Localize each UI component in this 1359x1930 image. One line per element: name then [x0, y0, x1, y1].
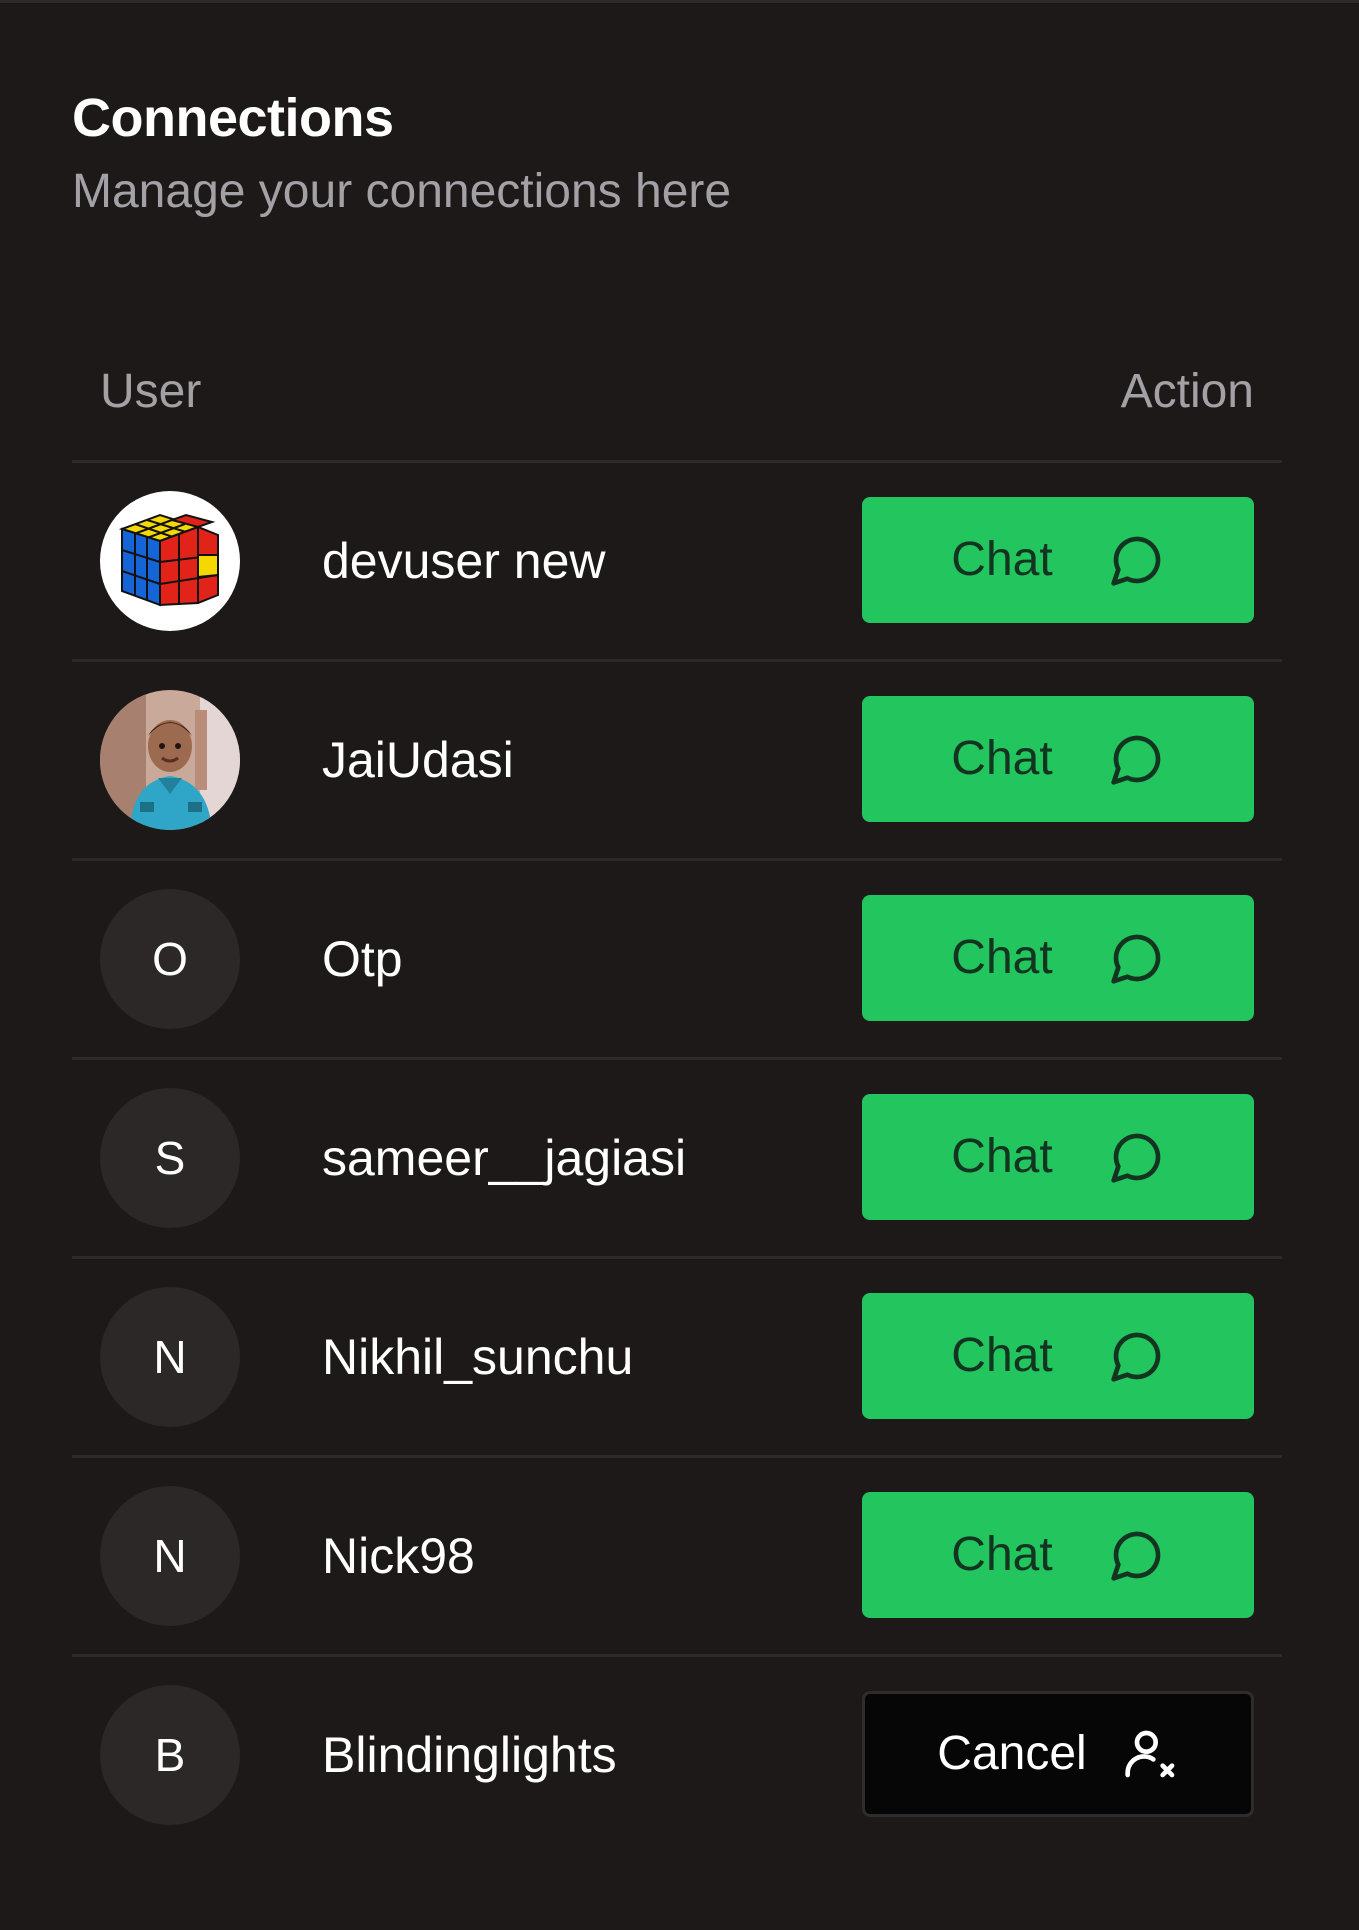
table-row: S sameer__jagiasi Chat	[72, 1060, 1282, 1259]
cancel-button-label: Cancel	[937, 1727, 1087, 1780]
username: Nick98	[322, 1528, 475, 1584]
child-photo-image	[100, 690, 240, 830]
chat-button-label: Chat	[951, 1329, 1053, 1382]
connections-table: User Action devuser new Chat JaiUdasi Ch…	[72, 350, 1282, 1853]
table-row: N Nick98 Chat	[72, 1458, 1282, 1657]
table-row: devuser new Chat	[72, 463, 1282, 662]
rubiks-cube-image	[118, 513, 219, 607]
table-row: JaiUdasi Chat	[72, 662, 1282, 861]
avatar: N	[100, 1486, 240, 1626]
chat-button-label: Chat	[951, 1130, 1053, 1183]
chat-button-label: Chat	[951, 1528, 1053, 1581]
chat-bubble-icon	[1111, 1531, 1160, 1581]
column-header-action: Action	[1120, 365, 1254, 418]
chat-bubble-icon	[1111, 1332, 1160, 1382]
chat-bubble-icon	[1111, 536, 1160, 586]
chat-bubble-icon	[1111, 1133, 1160, 1183]
table-row: N Nikhil_sunchu Chat	[72, 1259, 1282, 1458]
chat-button[interactable]: Chat	[862, 497, 1254, 623]
chat-button[interactable]: Chat	[862, 1293, 1254, 1419]
chat-bubble-icon	[1111, 934, 1160, 984]
avatar: N	[100, 1287, 240, 1427]
chat-button-label: Chat	[951, 931, 1053, 984]
username: Blindinglights	[322, 1727, 617, 1783]
table-row: O Otp Chat	[72, 861, 1282, 1060]
user-remove-icon	[1125, 1730, 1175, 1778]
chat-button[interactable]: Chat	[862, 1094, 1254, 1220]
chat-button[interactable]: Chat	[862, 1492, 1254, 1618]
avatar: B	[100, 1685, 240, 1825]
username: devuser new	[322, 533, 606, 589]
username: Otp	[322, 931, 403, 987]
chat-button-label: Chat	[951, 732, 1053, 785]
chat-bubble-icon	[1111, 735, 1160, 785]
cancel-request-button[interactable]: Cancel	[862, 1691, 1254, 1817]
panel-header: Connections Manage your connections here	[72, 84, 731, 222]
chat-button-label: Chat	[951, 533, 1053, 586]
table-header: User Action	[72, 350, 1282, 463]
table-row: B Blindinglights Cancel	[72, 1657, 1282, 1853]
connections-panel: Connections Manage your connections here…	[0, 0, 1359, 1930]
avatar	[100, 491, 240, 631]
page-subtitle: Manage your connections here	[72, 165, 732, 218]
avatar: O	[100, 889, 240, 1029]
chat-button[interactable]: Chat	[862, 895, 1254, 1021]
chat-button[interactable]: Chat	[862, 696, 1254, 822]
column-header-user: User	[100, 365, 202, 418]
username: sameer__jagiasi	[322, 1130, 687, 1186]
avatar: S	[100, 1088, 240, 1228]
avatar	[100, 690, 240, 830]
username: Nikhil_sunchu	[322, 1329, 634, 1385]
username: JaiUdasi	[322, 732, 514, 788]
page-title: Connections	[72, 88, 394, 148]
